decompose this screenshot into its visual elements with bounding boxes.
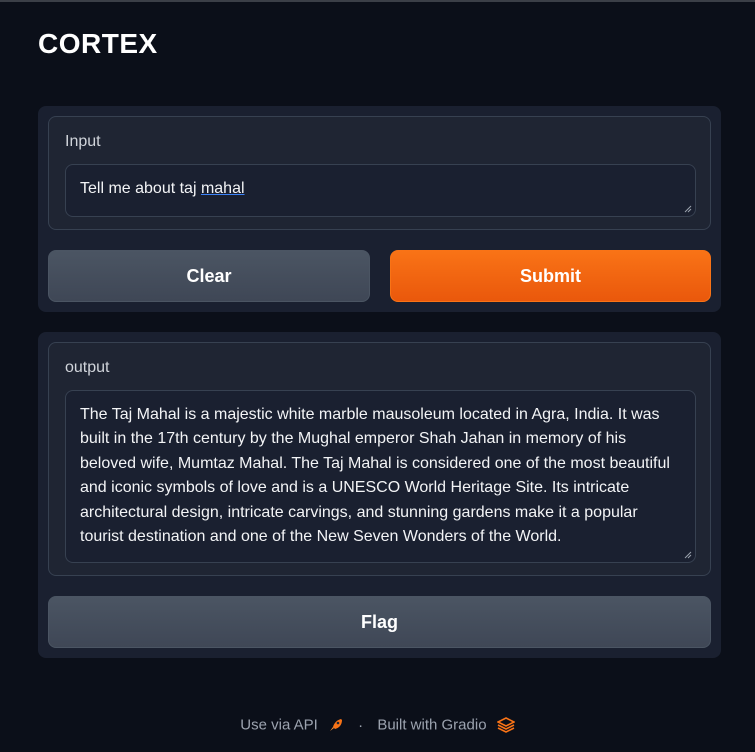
built-with-gradio-link[interactable]: Built with Gradio bbox=[377, 716, 516, 734]
output-text: The Taj Mahal is a majestic white marble… bbox=[80, 406, 670, 546]
input-text-spellcheck-word: mahal bbox=[200, 180, 245, 197]
input-text: Tell me about taj bbox=[80, 180, 201, 197]
resize-handle-icon[interactable] bbox=[684, 551, 692, 559]
flag-button[interactable]: Flag bbox=[48, 596, 711, 648]
clear-button[interactable]: Clear bbox=[48, 250, 370, 302]
output-block: output The Taj Mahal is a majestic white… bbox=[48, 342, 711, 576]
app-page: CORTEX Input Tell me about taj mahal Cle… bbox=[0, 0, 755, 752]
footer: Use via API · Built with Gradio bbox=[0, 716, 755, 734]
use-via-api-label: Use via API bbox=[240, 716, 318, 734]
page-title: CORTEX bbox=[38, 28, 158, 59]
use-via-api-link[interactable]: Use via API bbox=[240, 716, 348, 734]
input-label: Input bbox=[65, 133, 101, 150]
footer-separator: · bbox=[358, 716, 364, 734]
rocket-icon bbox=[329, 719, 342, 732]
output-label: output bbox=[65, 359, 110, 376]
resize-handle-icon[interactable] bbox=[684, 205, 692, 213]
input-panel: Input Tell me about taj mahal Clear Subm… bbox=[38, 106, 721, 312]
gradio-logo-icon bbox=[495, 717, 516, 734]
output-panel: output The Taj Mahal is a majestic white… bbox=[38, 332, 721, 658]
input-textarea[interactable]: Tell me about taj mahal bbox=[65, 164, 696, 217]
output-textarea[interactable]: The Taj Mahal is a majestic white marble… bbox=[65, 390, 696, 563]
submit-button[interactable]: Submit bbox=[390, 250, 711, 302]
input-block: Input Tell me about taj mahal bbox=[48, 116, 711, 230]
built-with-gradio-label: Built with Gradio bbox=[377, 716, 487, 734]
